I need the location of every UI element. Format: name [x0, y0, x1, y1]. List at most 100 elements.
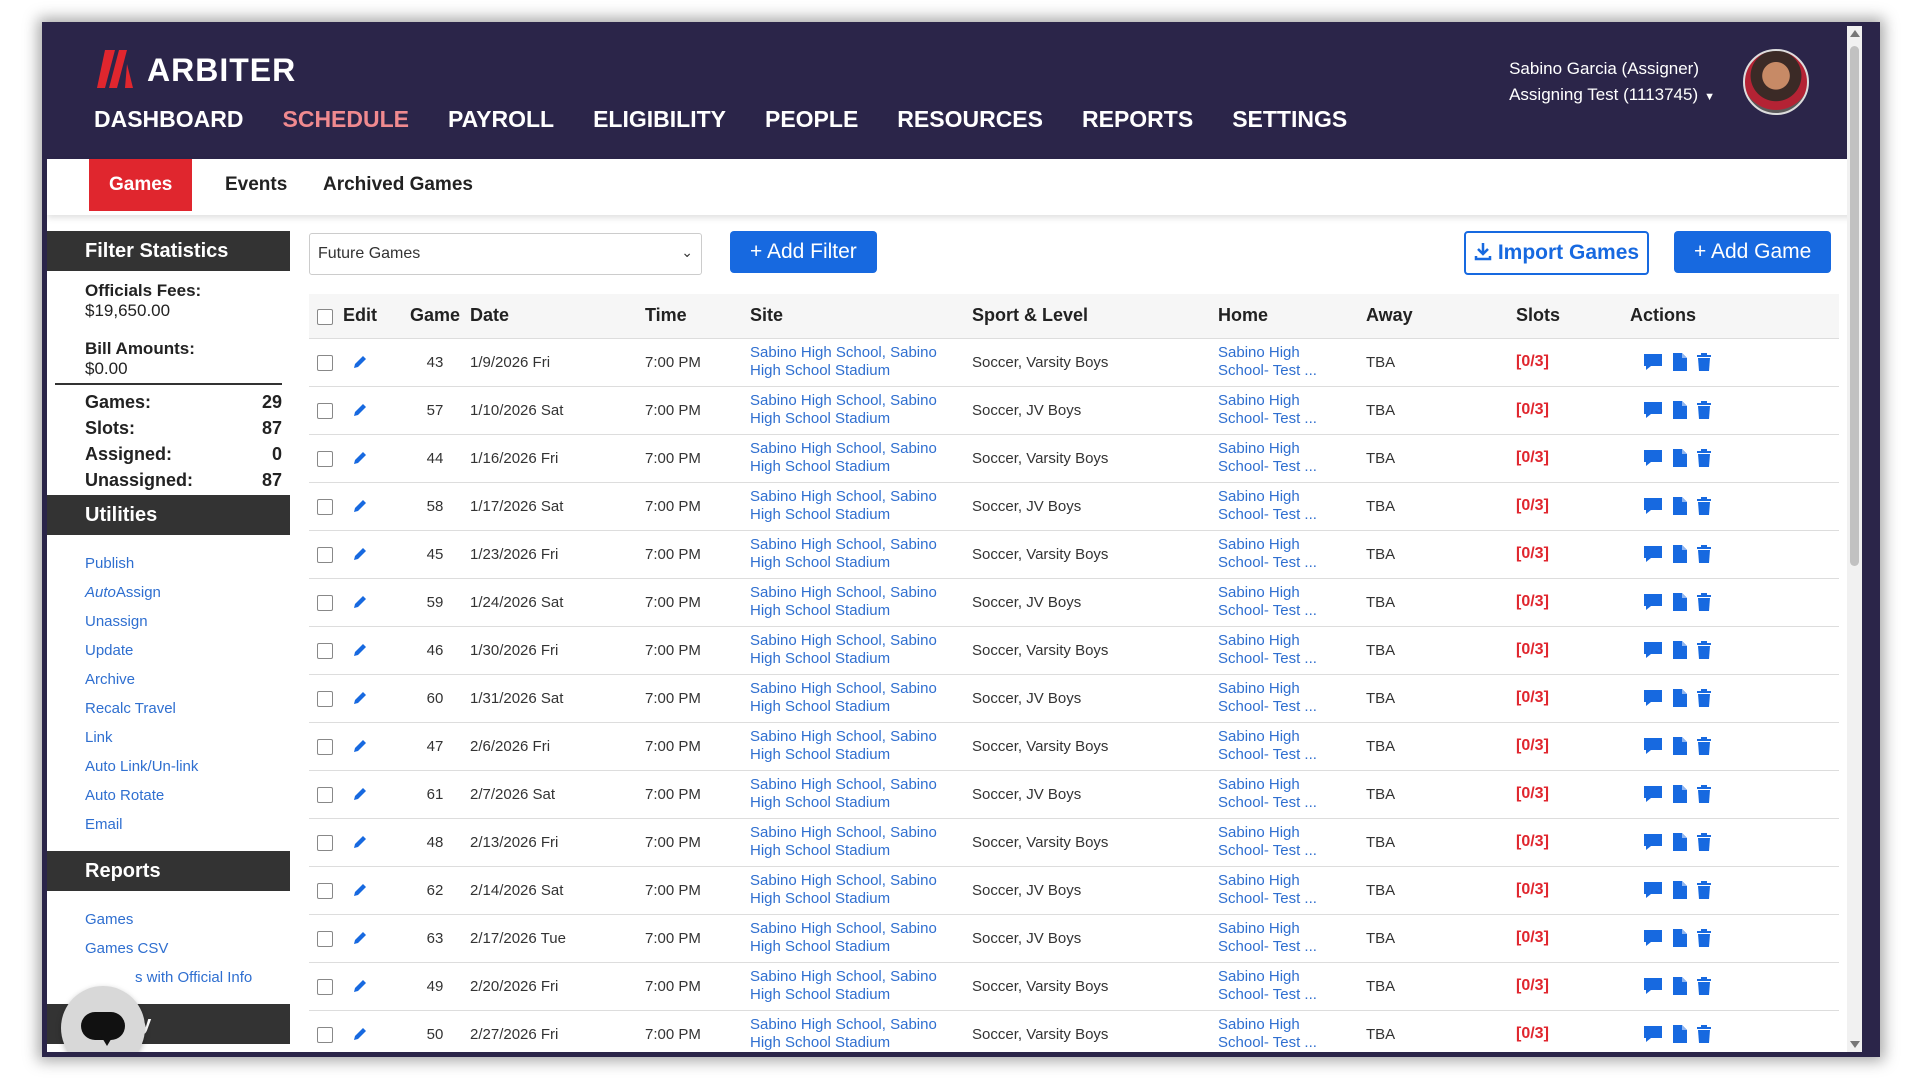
comment-icon[interactable]: [1642, 688, 1664, 708]
row-checkbox[interactable]: [317, 450, 333, 467]
col-time[interactable]: Time: [645, 294, 750, 339]
document-icon[interactable]: [1672, 784, 1688, 804]
comment-icon[interactable]: [1642, 880, 1664, 900]
slots-status[interactable]: [0/3]: [1516, 386, 1630, 435]
col-game[interactable]: Game: [400, 294, 470, 339]
document-icon[interactable]: [1672, 880, 1688, 900]
nav-reports[interactable]: REPORTS: [1082, 106, 1193, 133]
site-link[interactable]: Sabino High School, Sabino High School St…: [750, 1010, 972, 1052]
document-icon[interactable]: [1672, 640, 1688, 660]
user-avatar[interactable]: [1743, 49, 1809, 115]
site-link[interactable]: Sabino High School, Sabino High School St…: [750, 338, 972, 387]
arbiter-logo[interactable]: ARBITER: [97, 50, 296, 90]
row-checkbox[interactable]: [317, 546, 333, 563]
slots-status[interactable]: [0/3]: [1516, 1010, 1630, 1052]
edit-icon[interactable]: [351, 593, 369, 610]
trash-icon[interactable]: [1696, 1024, 1712, 1044]
tab-games[interactable]: Games: [89, 159, 193, 211]
site-link[interactable]: Sabino High School, Sabino High School St…: [750, 770, 972, 819]
site-link[interactable]: Sabino High School, Sabino High School St…: [750, 674, 972, 723]
site-link[interactable]: Sabino High School, Sabino High School St…: [750, 914, 972, 963]
comment-icon[interactable]: [1642, 928, 1664, 948]
edit-icon[interactable]: [351, 977, 369, 994]
comment-icon[interactable]: [1642, 448, 1664, 468]
edit-icon[interactable]: [351, 545, 369, 562]
row-checkbox[interactable]: [317, 594, 333, 611]
slots-status[interactable]: [0/3]: [1516, 578, 1630, 627]
row-checkbox[interactable]: [317, 882, 333, 899]
site-link[interactable]: Sabino High School, Sabino High School St…: [750, 482, 972, 531]
trash-icon[interactable]: [1696, 928, 1712, 948]
home-team-link[interactable]: Sabino High School- Test ...: [1218, 962, 1366, 1011]
row-checkbox[interactable]: [317, 786, 333, 803]
document-icon[interactable]: [1672, 400, 1688, 420]
site-link[interactable]: Sabino High School, Sabino High School St…: [750, 962, 972, 1011]
site-link[interactable]: Sabino High School, Sabino High School St…: [750, 722, 972, 771]
edit-icon[interactable]: [351, 737, 369, 754]
slots-status[interactable]: [0/3]: [1516, 482, 1630, 531]
trash-icon[interactable]: [1696, 880, 1712, 900]
utility-unassign[interactable]: Unassign: [85, 607, 290, 636]
edit-icon[interactable]: [351, 353, 369, 370]
row-checkbox[interactable]: [317, 978, 333, 995]
home-team-link[interactable]: Sabino High School- Test ...: [1218, 722, 1366, 771]
slots-status[interactable]: [0/3]: [1516, 434, 1630, 483]
slots-status[interactable]: [0/3]: [1516, 866, 1630, 915]
utility-archive[interactable]: Archive: [85, 665, 290, 694]
nav-settings[interactable]: SETTINGS: [1232, 106, 1347, 133]
site-link[interactable]: Sabino High School, Sabino High School St…: [750, 626, 972, 675]
site-link[interactable]: Sabino High School, Sabino High School St…: [750, 818, 972, 867]
edit-icon[interactable]: [351, 497, 369, 514]
comment-icon[interactable]: [1642, 496, 1664, 516]
edit-icon[interactable]: [351, 689, 369, 706]
utility-autoassign[interactable]: AutoAssign: [85, 578, 290, 607]
user-menu[interactable]: Sabino Garcia (Assigner) Assigning Test …: [1509, 56, 1715, 110]
edit-icon[interactable]: [351, 401, 369, 418]
slots-status[interactable]: [0/3]: [1516, 818, 1630, 867]
trash-icon[interactable]: [1696, 688, 1712, 708]
home-team-link[interactable]: Sabino High School- Test ...: [1218, 1010, 1366, 1052]
add-filter-button[interactable]: + Add Filter: [730, 231, 877, 273]
edit-icon[interactable]: [351, 833, 369, 850]
slots-status[interactable]: [0/3]: [1516, 626, 1630, 675]
site-link[interactable]: Sabino High School, Sabino High School St…: [750, 530, 972, 579]
document-icon[interactable]: [1672, 928, 1688, 948]
trash-icon[interactable]: [1696, 544, 1712, 564]
slots-status[interactable]: [0/3]: [1516, 962, 1630, 1011]
import-games-button[interactable]: Import Games: [1464, 231, 1650, 275]
row-checkbox[interactable]: [317, 1026, 333, 1043]
edit-icon[interactable]: [351, 785, 369, 802]
comment-icon[interactable]: [1642, 784, 1664, 804]
filter-select[interactable]: Future Games ⌄: [309, 233, 702, 275]
row-checkbox[interactable]: [317, 738, 333, 755]
slots-status[interactable]: [0/3]: [1516, 674, 1630, 723]
slots-status[interactable]: [0/3]: [1516, 722, 1630, 771]
comment-icon[interactable]: [1642, 832, 1664, 852]
home-team-link[interactable]: Sabino High School- Test ...: [1218, 866, 1366, 915]
document-icon[interactable]: [1672, 496, 1688, 516]
col-slots[interactable]: Slots: [1516, 294, 1630, 339]
slots-status[interactable]: [0/3]: [1516, 914, 1630, 963]
row-checkbox[interactable]: [317, 402, 333, 419]
document-icon[interactable]: [1672, 736, 1688, 756]
document-icon[interactable]: [1672, 592, 1688, 612]
row-checkbox[interactable]: [317, 690, 333, 707]
utility-update[interactable]: Update: [85, 636, 290, 665]
home-team-link[interactable]: Sabino High School- Test ...: [1218, 386, 1366, 435]
trash-icon[interactable]: [1696, 784, 1712, 804]
nav-resources[interactable]: RESOURCES: [897, 106, 1043, 133]
utility-publish[interactable]: Publish: [85, 549, 290, 578]
site-link[interactable]: Sabino High School, Sabino High School St…: [750, 866, 972, 915]
scroll-up-icon[interactable]: [1850, 30, 1860, 37]
caret-down-icon[interactable]: ▼: [1704, 91, 1715, 103]
row-checkbox[interactable]: [317, 834, 333, 851]
site-link[interactable]: Sabino High School, Sabino High School St…: [750, 578, 972, 627]
report-games-csv[interactable]: Games CSV: [85, 934, 290, 963]
document-icon[interactable]: [1672, 688, 1688, 708]
trash-icon[interactable]: [1696, 832, 1712, 852]
edit-icon[interactable]: [351, 641, 369, 658]
row-checkbox[interactable]: [317, 354, 333, 371]
document-icon[interactable]: [1672, 448, 1688, 468]
comment-icon[interactable]: [1642, 736, 1664, 756]
comment-icon[interactable]: [1642, 400, 1664, 420]
